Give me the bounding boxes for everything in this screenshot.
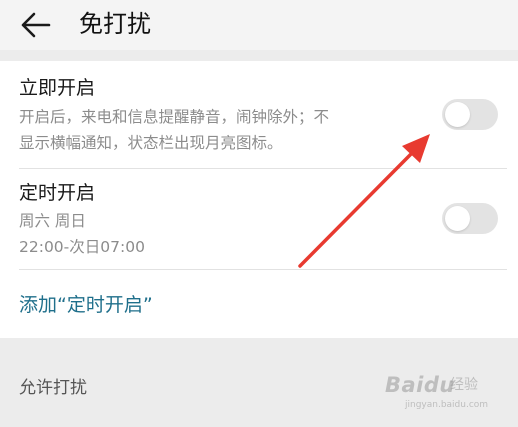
watermark-domain: jingyan.baidu.com [405, 400, 489, 410]
immediate-description-line2: 显示横幅通知，状态栏出现月亮图标。 [19, 134, 283, 152]
divider [19, 168, 507, 169]
allow-interruptions-item[interactable]: 允许打扰 [19, 376, 87, 400]
add-schedule-link[interactable]: 添加“定时开启” [19, 292, 153, 318]
scheduled-title: 定时开启 [19, 182, 96, 204]
immediate-toggle-switch[interactable] [442, 99, 498, 130]
scheduled-toggle-switch[interactable] [442, 203, 498, 234]
scheduled-days: 周六 周日 [19, 212, 86, 230]
toggle-knob [445, 206, 470, 231]
immediate-description-line1: 开启后，来电和信息提醒静音，闹钟除外；不 [19, 108, 330, 126]
app-header: 免打扰 [0, 0, 518, 50]
immediate-title: 立即开启 [19, 77, 96, 99]
toggle-knob [445, 102, 470, 127]
watermark-experience: 经验 [450, 377, 478, 393]
back-arrow-icon[interactable] [20, 11, 52, 39]
baidu-watermark: Baidu 经验 jingyan.baidu.com [385, 368, 495, 418]
scheduled-time: 22:00-次日07:00 [19, 238, 145, 256]
divider [19, 269, 507, 270]
watermark-brand: Baidu [385, 373, 455, 397]
page-title: 免打扰 [79, 10, 151, 38]
